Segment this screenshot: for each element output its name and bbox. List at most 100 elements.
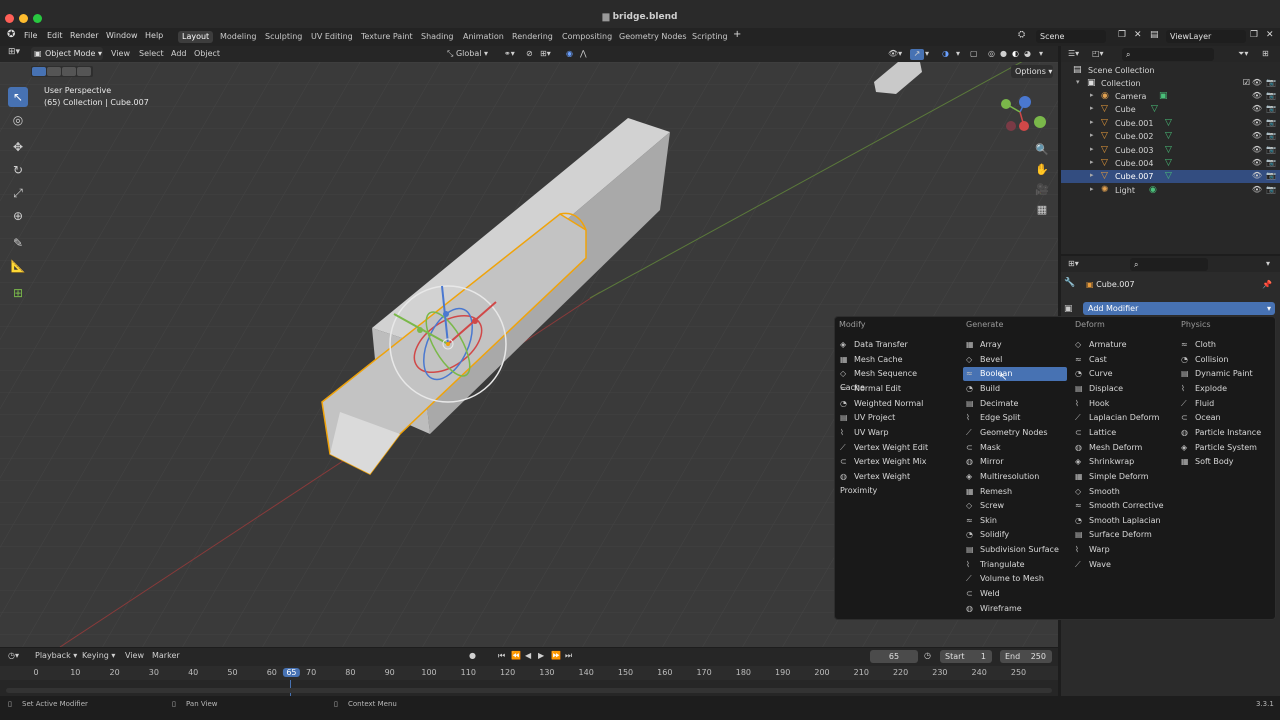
modifier-menu-item[interactable]: ≈ Smooth Corrective: [1072, 499, 1172, 513]
modifier-menu-item[interactable]: ▦ Mesh Cache: [840, 353, 940, 367]
viewlayer-selector[interactable]: ViewLayer: [1166, 30, 1246, 43]
new-viewlayer-icon[interactable]: ❐: [1250, 30, 1258, 40]
render-camera-icon[interactable]: 📷: [1266, 131, 1276, 140]
viewport-menu-view[interactable]: View: [111, 49, 130, 58]
xray-icon[interactable]: ▢: [970, 49, 978, 58]
timeline-menu-view[interactable]: View: [125, 651, 144, 660]
outliner-scene-collection[interactable]: ▤ Scene Collection: [1061, 64, 1280, 77]
modifier-menu-item[interactable]: ◈ Multiresolution: [963, 470, 1067, 484]
modifier-menu-item[interactable]: ⌇ Triangulate: [963, 558, 1067, 572]
modifier-menu-item[interactable]: ◍ Mirror: [963, 455, 1067, 469]
end-frame-field[interactable]: End 250: [1000, 650, 1052, 663]
tab-animation[interactable]: Animation: [459, 31, 508, 43]
shading-solid-icon[interactable]: ●: [1000, 49, 1007, 58]
timeline-menu-keying[interactable]: Keying ▾: [82, 651, 115, 660]
eye-icon[interactable]: 👁: [1252, 171, 1262, 180]
outliner-item[interactable]: ▸ ▽ Cube.007 ▽ 👁 📷: [1061, 170, 1280, 184]
add-workspace-button[interactable]: +: [733, 29, 741, 40]
play-reverse-icon[interactable]: ◀: [525, 651, 531, 660]
transform-orientation-dropdown[interactable]: ⤡ Global ▾: [447, 49, 488, 59]
jump-start-icon[interactable]: ⏮: [498, 651, 505, 661]
modifier-menu-item[interactable]: ▤ UV Project: [840, 411, 940, 425]
modifier-menu-item[interactable]: ⟋ Laplacian Deform: [1072, 411, 1172, 425]
modifier-menu-item[interactable]: ◈ Data Transfer: [840, 338, 940, 352]
render-camera-icon[interactable]: 📷: [1266, 118, 1276, 127]
menu-window[interactable]: Window: [106, 31, 138, 40]
modifier-menu-item[interactable]: ▤ Subdivision Surface: [963, 543, 1067, 557]
modifier-menu-item[interactable]: ▦ Simple Deform: [1072, 470, 1172, 484]
current-frame-marker[interactable]: 65: [283, 668, 300, 677]
eye-icon[interactable]: 👁: [1252, 185, 1262, 194]
tab-scripting[interactable]: Scripting: [688, 31, 732, 43]
clock-icon[interactable]: ◷: [924, 651, 931, 660]
tab-sculpting[interactable]: Sculpting: [261, 31, 306, 43]
outliner-item[interactable]: ▸ ◉ Camera ▣ 👁 📷: [1061, 90, 1280, 103]
modifier-menu-item[interactable]: ≈ Boolean: [963, 367, 1067, 382]
outliner-collection[interactable]: ▾ ▣ Collection ☑ 👁 📷: [1061, 77, 1280, 90]
modifier-menu-item[interactable]: ⊂ Lattice: [1072, 426, 1172, 440]
outliner-search-input[interactable]: ⌕: [1122, 48, 1214, 61]
tab-shading[interactable]: Shading: [417, 31, 458, 43]
render-camera-icon[interactable]: 📷: [1266, 145, 1276, 154]
rotate-tool[interactable]: ↻: [8, 160, 28, 180]
modifier-menu-item[interactable]: ◍ Vertex Weight Proximity: [840, 470, 940, 495]
gizmo-z-handle[interactable]: [443, 311, 449, 317]
render-properties-icon[interactable]: ▣: [1064, 304, 1073, 314]
render-camera-icon[interactable]: 📷: [1266, 91, 1276, 100]
outliner-item[interactable]: ▸ ✺ Light ◉ 👁 📷: [1061, 184, 1280, 197]
expand-icon[interactable]: ▸: [1090, 118, 1094, 126]
modifier-menu-item[interactable]: ◔ Collision: [1178, 353, 1278, 367]
shading-wireframe-icon[interactable]: ◎: [988, 49, 995, 58]
gizmo-dropdown-icon[interactable]: ▾: [925, 49, 929, 58]
outliner-item[interactable]: ▸ ▽ Cube.002 ▽ 👁 📷: [1061, 130, 1280, 143]
expand-icon[interactable]: ▸: [1090, 91, 1094, 99]
modifier-menu-item[interactable]: ⌇ UV Warp: [840, 426, 940, 440]
expand-icon[interactable]: ▸: [1090, 185, 1094, 193]
modifier-menu-item[interactable]: ⌇ Warp: [1072, 543, 1172, 557]
eye-icon[interactable]: 👁: [1252, 118, 1262, 127]
gizmo-toggle-icon[interactable]: ↗: [910, 49, 924, 60]
render-camera-icon[interactable]: 📷: [1266, 158, 1276, 167]
mesh-data-icon[interactable]: ▽: [1151, 104, 1158, 114]
eye-icon[interactable]: 👁: [1252, 78, 1262, 87]
modifier-menu-item[interactable]: ◍ Mesh Deform: [1072, 441, 1172, 455]
pivot-point-icon[interactable]: ⚭▾: [504, 49, 515, 58]
mesh-data-icon[interactable]: ▽: [1165, 171, 1172, 181]
expand-icon[interactable]: ▸: [1090, 158, 1094, 166]
modifier-menu-item[interactable]: ▦ Soft Body: [1178, 455, 1278, 469]
eye-icon[interactable]: 👁: [1252, 91, 1262, 100]
modifier-menu-item[interactable]: ◔ Solidify: [963, 528, 1067, 542]
eye-icon[interactable]: 👁: [1252, 145, 1262, 154]
tool-settings-icon[interactable]: 🔧: [1064, 278, 1075, 288]
render-camera-icon[interactable]: 📷: [1266, 185, 1276, 194]
render-camera-icon[interactable]: 📷: [1266, 104, 1276, 113]
display-mode-icon[interactable]: ◰▾: [1092, 49, 1104, 58]
eye-icon[interactable]: 👁: [1252, 104, 1262, 113]
modifier-menu-item[interactable]: ◔ Smooth Laplacian: [1072, 514, 1172, 528]
timeline-editor-icon[interactable]: ◷▾: [8, 651, 19, 660]
expand-icon[interactable]: ▸: [1090, 131, 1094, 139]
cursor-tool[interactable]: ◎: [8, 110, 28, 130]
nav-gizmo-neg-x[interactable]: [1006, 121, 1016, 131]
eye-icon[interactable]: 👁: [1252, 131, 1262, 140]
modifier-menu-item[interactable]: ⊂ Weld: [963, 587, 1067, 601]
modifier-menu-item[interactable]: ≈ Cast: [1072, 353, 1172, 367]
visibility-icon[interactable]: 👁▾: [888, 49, 902, 58]
camera-data-icon[interactable]: ▣: [1159, 91, 1168, 101]
select-invert-icon[interactable]: [77, 67, 91, 76]
properties-options-icon[interactable]: ▾: [1266, 259, 1270, 268]
gizmo-y-handle[interactable]: [417, 327, 423, 333]
object-mode-dropdown[interactable]: ▣ Object Mode ▾: [31, 47, 103, 60]
expand-icon[interactable]: ▸: [1090, 145, 1094, 153]
modifier-menu-item[interactable]: ▤ Decimate: [963, 397, 1067, 411]
modifier-menu-item[interactable]: ≈ Normal Edit: [840, 382, 940, 396]
modifier-menu-item[interactable]: ⟋ Volume to Mesh: [963, 572, 1067, 586]
nav-gizmo-neg-y[interactable]: [1034, 116, 1046, 128]
collapse-icon[interactable]: ▾: [1076, 78, 1080, 86]
modifier-menu-item[interactable]: ⊂ Mask: [963, 441, 1067, 455]
select-new-icon[interactable]: [32, 67, 46, 76]
modifier-menu-item[interactable]: ◍ Particle Instance: [1178, 426, 1278, 440]
modifier-menu-item[interactable]: ◇ Mesh Sequence Cache: [840, 367, 940, 392]
select-subtract-icon[interactable]: [62, 67, 76, 76]
modifier-menu-item[interactable]: ◍ Wireframe: [963, 602, 1067, 616]
